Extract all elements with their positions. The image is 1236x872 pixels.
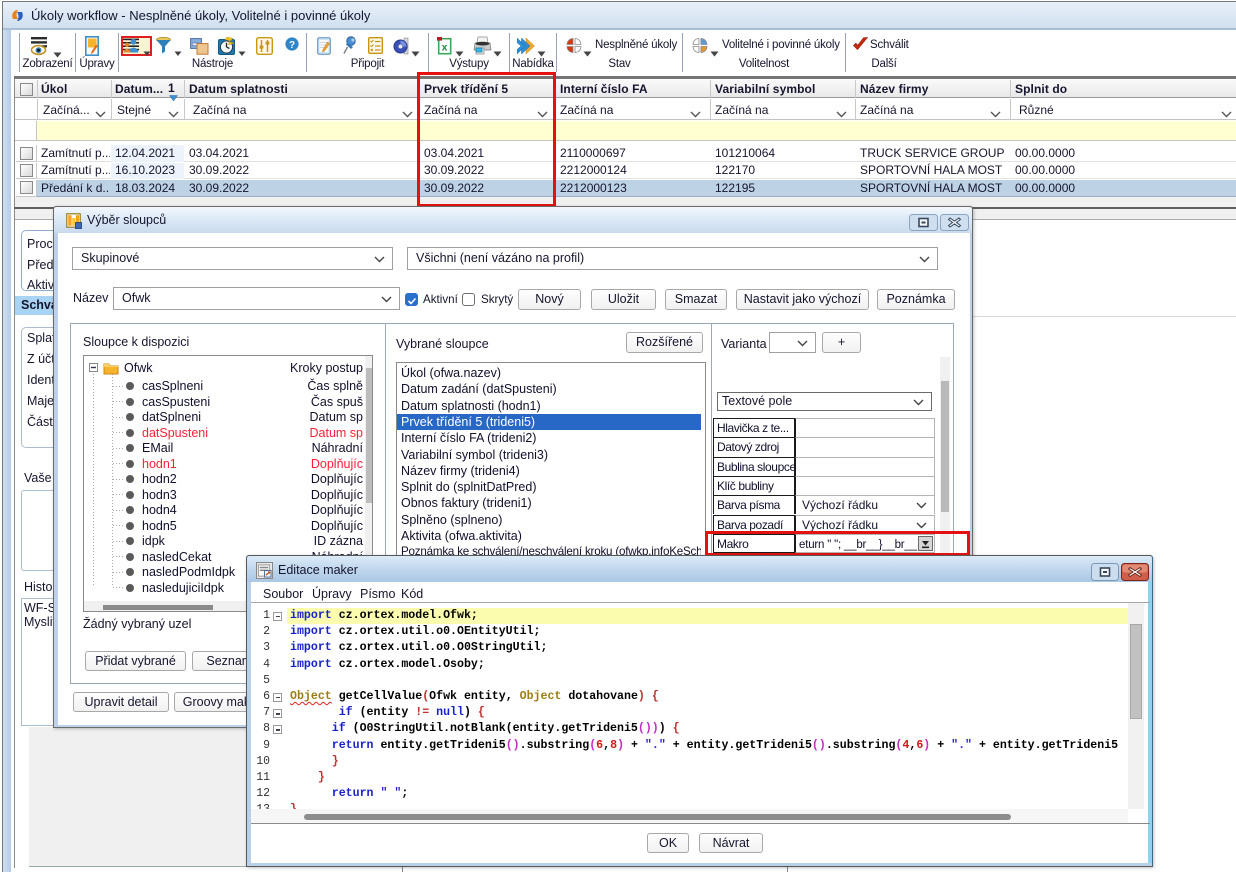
svg-text:x: x — [442, 42, 448, 54]
svg-text:?: ? — [289, 40, 295, 51]
